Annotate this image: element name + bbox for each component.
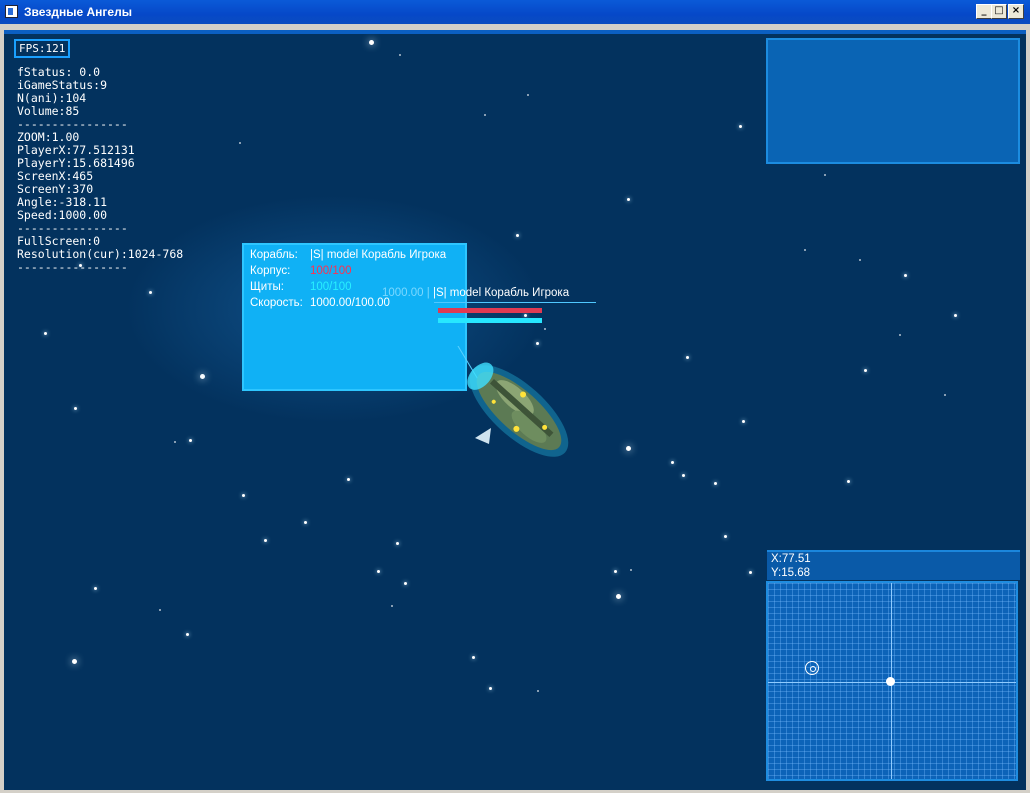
star bbox=[847, 480, 850, 483]
star bbox=[859, 259, 861, 261]
info-shields-label: Щиты: bbox=[250, 281, 284, 293]
ship-hull-bar bbox=[438, 308, 542, 313]
star bbox=[396, 542, 399, 545]
debug-info: fStatus: 0.0 iGameStatus:9 N(ani):104 Vo… bbox=[17, 65, 184, 274]
star bbox=[391, 605, 393, 607]
player-ship[interactable] bbox=[449, 346, 589, 476]
info-hull-row: Корпус: 100/100 bbox=[250, 264, 352, 279]
star bbox=[72, 659, 77, 664]
star bbox=[824, 174, 826, 176]
star bbox=[489, 687, 492, 690]
star bbox=[544, 328, 546, 330]
star bbox=[174, 441, 176, 443]
app-icon[interactable] bbox=[5, 5, 18, 18]
star bbox=[742, 420, 745, 423]
game-viewport[interactable]: FPS:121 fStatus: 0.0 iGameStatus:9 N(ani… bbox=[4, 30, 1026, 790]
top-right-panel bbox=[766, 38, 1020, 164]
minimize-button[interactable]: _ bbox=[976, 4, 992, 19]
ship-tag-speed: 1000.00 bbox=[382, 287, 424, 299]
star bbox=[484, 114, 486, 116]
star bbox=[686, 356, 689, 359]
star bbox=[616, 594, 621, 599]
star bbox=[627, 198, 630, 201]
star bbox=[186, 633, 189, 636]
maximize-button[interactable]: □ bbox=[991, 4, 1007, 19]
window-title-bar[interactable]: Звездные Ангелы _ □ × bbox=[0, 0, 1030, 24]
star bbox=[74, 407, 77, 410]
close-button[interactable]: × bbox=[1008, 4, 1024, 19]
star bbox=[369, 40, 374, 45]
coord-y: Y:15.68 bbox=[771, 567, 811, 579]
star bbox=[804, 249, 806, 251]
star bbox=[242, 494, 245, 497]
star bbox=[954, 314, 957, 317]
star bbox=[944, 394, 946, 396]
star bbox=[749, 571, 752, 574]
star bbox=[671, 461, 674, 464]
window-title: Звездные Ангелы bbox=[24, 5, 132, 19]
coordinates-readout: X:77.51 Y:15.68 bbox=[767, 550, 1020, 580]
star bbox=[377, 570, 380, 573]
ship-shield-bar-fill bbox=[438, 318, 542, 323]
ship-hull-bar-fill bbox=[438, 308, 542, 313]
info-speed-value: 1000.00/100.00 bbox=[310, 297, 390, 309]
star bbox=[714, 482, 717, 485]
star bbox=[472, 656, 475, 659]
star bbox=[189, 439, 192, 442]
fps-counter: FPS:121 bbox=[14, 39, 71, 58]
star bbox=[864, 369, 867, 372]
ship-tag: 1000.00 | |S| model Корабль Игрока bbox=[382, 287, 570, 299]
info-speed-row: Скорость: 1000.00/100.00 bbox=[250, 296, 390, 311]
star bbox=[626, 446, 631, 451]
ship-info-box: Корабль: |S| model Корабль Игрока Корпус… bbox=[242, 243, 467, 391]
star bbox=[94, 587, 97, 590]
radar-minimap[interactable] bbox=[766, 581, 1018, 781]
star bbox=[239, 142, 241, 144]
info-ship-label: Корабль: bbox=[250, 249, 298, 261]
coord-x: X:77.51 bbox=[771, 553, 811, 565]
star bbox=[630, 569, 632, 571]
ship-tag-underline bbox=[434, 302, 596, 303]
ship-shield-bar bbox=[438, 318, 542, 323]
info-shields-value: 100/100 bbox=[310, 281, 352, 293]
star bbox=[899, 334, 901, 336]
star bbox=[614, 570, 617, 573]
info-ship-row: Корабль: |S| model Корабль Игрока bbox=[250, 248, 446, 263]
star bbox=[264, 539, 267, 542]
star bbox=[527, 94, 529, 96]
star bbox=[159, 609, 161, 611]
star bbox=[304, 521, 307, 524]
info-hull-label: Корпус: bbox=[250, 265, 291, 277]
star bbox=[739, 125, 742, 128]
star bbox=[682, 474, 685, 477]
info-shields-row: Щиты: 100/100 bbox=[250, 280, 352, 295]
player-marker-icon bbox=[886, 677, 895, 686]
star bbox=[904, 274, 907, 277]
star bbox=[537, 690, 539, 692]
info-speed-label: Скорость: bbox=[250, 297, 303, 309]
info-ship-value: |S| model Корабль Игрока bbox=[310, 249, 447, 261]
star bbox=[44, 332, 47, 335]
star bbox=[404, 582, 407, 585]
star bbox=[724, 535, 727, 538]
ship-tag-name: |S| model Корабль Игрока bbox=[432, 287, 570, 299]
target-marker-icon[interactable] bbox=[805, 661, 819, 675]
info-hull-value: 100/100 bbox=[310, 265, 352, 277]
star bbox=[347, 478, 350, 481]
star bbox=[399, 54, 401, 56]
